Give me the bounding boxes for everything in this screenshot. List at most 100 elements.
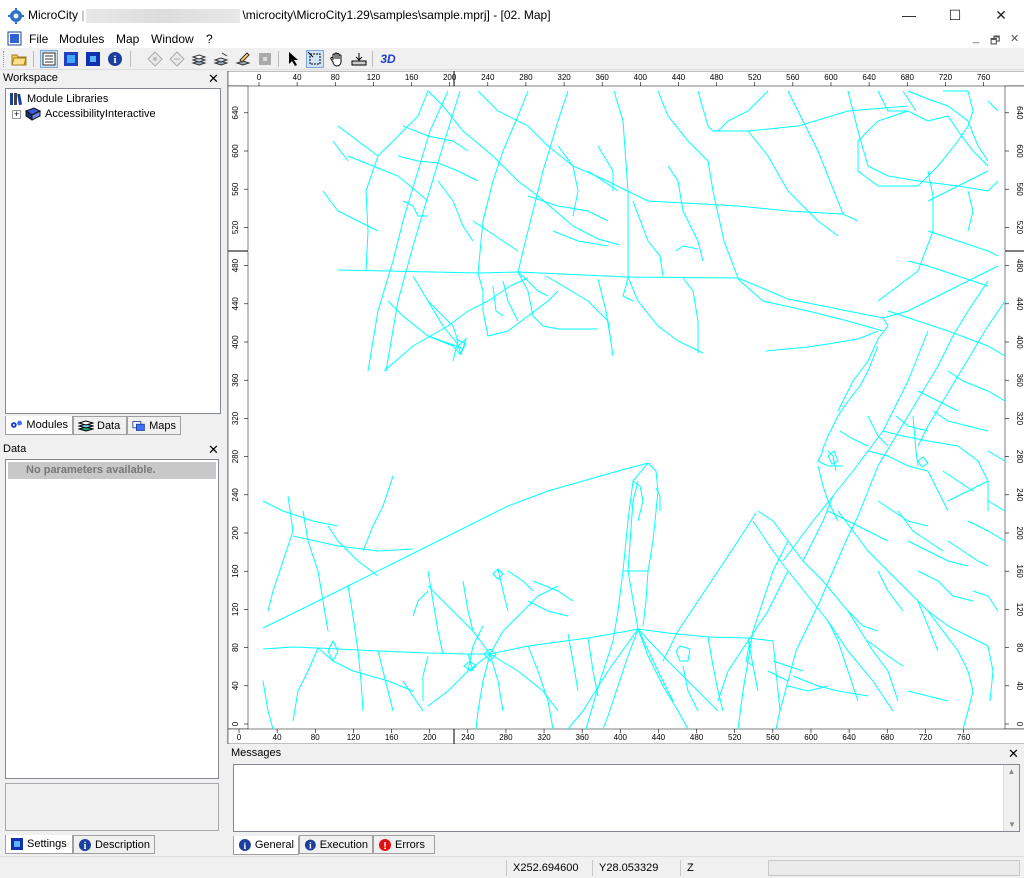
ruler-tick-label: 640 [231, 106, 240, 120]
ruler-tick-label: 560 [786, 73, 800, 82]
scroll-down-icon[interactable]: ▼ [1004, 820, 1020, 829]
info-icon[interactable]: i [106, 50, 124, 68]
node-tool-2-icon[interactable] [168, 50, 186, 68]
tree-item-module-libraries[interactable]: Module Libraries [9, 92, 108, 106]
tab-execution[interactable]: i Execution [299, 835, 373, 854]
map-canvas[interactable]: 0 40 80 120 160 200 240 280 320 360 400 440 480 520 56… [227, 70, 1024, 745]
3d-view-button[interactable]: 3D [378, 50, 398, 68]
ruler-tick-label: 680 [901, 73, 915, 82]
mdi-close-button[interactable]: ✕ [1010, 32, 1019, 45]
menu-map[interactable]: Map [116, 32, 139, 46]
messages-output[interactable]: ▲ ▼ [233, 764, 1020, 832]
node-tool-icon[interactable] [146, 50, 164, 68]
ruler-tick-label: 80 [311, 733, 320, 742]
menu-window[interactable]: Window [151, 32, 194, 46]
list-view-icon[interactable] [40, 50, 58, 68]
workspace-tree: Module Libraries + AccessibilityInteract… [5, 88, 221, 414]
layer-stack-2-icon[interactable] [212, 50, 230, 68]
ruler-tick-label: 0 [257, 73, 262, 82]
layer-edit-icon[interactable] [234, 50, 252, 68]
ruler-tick-label: 80 [331, 73, 340, 82]
messages-scrollbar[interactable]: ▲ ▼ [1003, 765, 1019, 831]
expand-plus-icon[interactable]: + [12, 109, 21, 119]
ruler-tick-label: 360 [1015, 374, 1024, 388]
ruler-tick-label: 480 [690, 733, 704, 742]
ruler-tick-label: 280 [499, 733, 513, 742]
parameters-grid: No parameters available. [5, 459, 219, 779]
ruler-tick-label: 440 [231, 297, 240, 311]
tab-settings[interactable]: Settings [5, 835, 73, 854]
toolbar-separator [33, 51, 34, 67]
ruler-tick-label: 560 [231, 182, 240, 196]
mdi-minimize-button[interactable]: _ [973, 32, 979, 44]
ruler-tick-label: 400 [231, 335, 240, 349]
ruler-tick-label: 440 [672, 73, 686, 82]
ruler-tick-label: 200 [423, 733, 437, 742]
road-network [262, 90, 1006, 730]
maximize-button[interactable]: ☐ [932, 0, 978, 30]
ruler-tick-label: 160 [405, 73, 419, 82]
error-icon: ! [379, 838, 391, 852]
zoom-full-icon[interactable] [350, 50, 368, 68]
ruler-tick-label: 40 [1015, 681, 1024, 690]
tab-data[interactable]: Data [73, 416, 127, 435]
map-view[interactable]: 0 40 80 120 160 200 240 280 320 360 400 440 480 520 56… [227, 70, 1024, 745]
ruler-tick-label: 440 [1015, 297, 1024, 311]
zoom-rectangle-icon[interactable] [306, 50, 324, 68]
blue-square-icon[interactable] [84, 50, 102, 68]
tab-general[interactable]: i General [233, 836, 299, 855]
menu-help[interactable]: ? [206, 32, 213, 46]
open-folder-icon[interactable] [10, 50, 28, 68]
tab-label: Description [94, 838, 150, 851]
arrow-select-icon[interactable] [285, 50, 303, 68]
ruler-tick-label: 40 [293, 73, 302, 82]
data-panel-title-text: Data [3, 443, 27, 455]
menu-modules[interactable]: Modules [59, 32, 104, 46]
pan-hand-icon[interactable] [328, 50, 346, 68]
layer-stack-icon[interactable] [190, 50, 208, 68]
blue-box-icon[interactable] [62, 50, 80, 68]
tree-item-accessibility-interactive[interactable]: + AccessibilityInteractive [12, 107, 156, 121]
data-panel-title: Data [0, 442, 224, 458]
ruler-tick-label: 480 [231, 258, 240, 272]
tab-description[interactable]: i Description [73, 835, 155, 854]
toolbar-separator [278, 51, 279, 67]
app-name: MicroCity [28, 8, 78, 22]
tab-errors[interactable]: ! Errors [373, 835, 435, 854]
toolbar-grip[interactable] [3, 51, 6, 67]
ruler-tick-label: 440 [652, 733, 666, 742]
tab-modules[interactable]: Modules [5, 416, 73, 435]
data-panel-close-button[interactable]: ✕ [208, 443, 219, 457]
toolbar-separator [130, 51, 131, 67]
close-button[interactable]: ✕ [978, 0, 1024, 30]
gray-square-icon[interactable] [256, 50, 274, 68]
messages-close-button[interactable]: ✕ [1008, 747, 1019, 761]
menu-file[interactable]: File [29, 32, 48, 46]
ruler-tick-label: 600 [231, 144, 240, 158]
svg-text:i: i [244, 841, 247, 852]
tab-label: Errors [395, 838, 425, 851]
microcity-app-icon [8, 8, 24, 24]
info-icon: i [238, 839, 251, 852]
ruler-tick-label: 600 [1015, 144, 1024, 158]
svg-text:i: i [113, 54, 116, 66]
ruler-tick-label: 560 [1015, 183, 1024, 197]
ruler-tick-label: 320 [537, 733, 551, 742]
tab-label: Maps [149, 419, 176, 432]
ruler-tick-label: 200 [231, 526, 240, 540]
tab-maps[interactable]: Maps [127, 416, 181, 435]
ruler-tick-label: 320 [231, 411, 240, 425]
ruler-tick-label: 360 [576, 733, 590, 742]
ruler-tick-label: 280 [231, 449, 240, 463]
gears-icon [10, 420, 22, 428]
workspace-close-button[interactable]: ✕ [208, 72, 219, 86]
project-path: \microcity\MicroCity1.29\samples\sample.… [242, 8, 490, 22]
maps-windows-icon [132, 420, 145, 431]
ruler-tick-label: 0 [231, 721, 240, 726]
scroll-up-icon[interactable]: ▲ [1004, 767, 1019, 776]
document-map-icon [7, 31, 22, 46]
ruler-tick-label: 520 [231, 220, 240, 234]
ruler-tick-label: 240 [461, 733, 475, 742]
minimize-button[interactable]: — [886, 0, 932, 30]
document-title: - [02. Map] [493, 8, 551, 22]
